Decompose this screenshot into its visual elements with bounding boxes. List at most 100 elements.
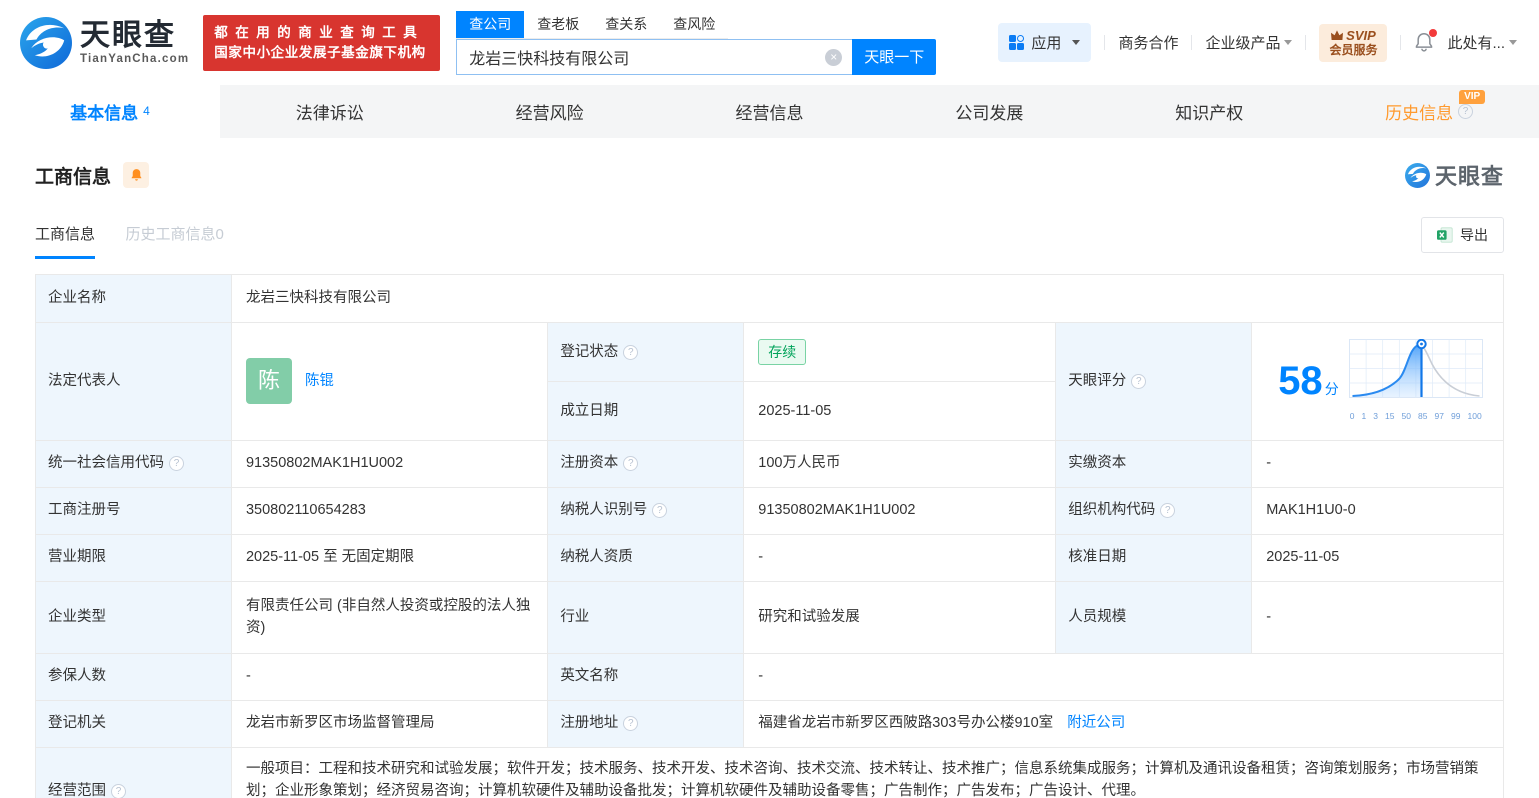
search-tab-relation[interactable]: 查关系 — [592, 11, 660, 38]
table-row: 法定代表人 陈 陈锟 登记状态? 存续 天眼评分? 58 分 0 1 3 15 … — [35, 321, 1504, 441]
tab-label: 经营信息 — [735, 104, 804, 123]
enterprise-products-link[interactable]: 企业级产品 — [1205, 32, 1293, 53]
tab-label: 法律诉讼 — [295, 104, 364, 123]
subtab-history-business-info[interactable]: 历史工商信息0 — [125, 223, 223, 256]
reg-address-label: 注册地址? — [547, 699, 745, 748]
divider — [1191, 35, 1193, 50]
search-tab-company[interactable]: 查公司 — [456, 10, 525, 38]
search-tab-boss[interactable]: 查老板 — [524, 11, 592, 38]
staff-size-label: 人员规模 — [1055, 580, 1253, 654]
subtab-business-info[interactable]: 工商信息 — [35, 223, 96, 259]
more-menu[interactable]: 此处有... — [1447, 32, 1517, 53]
apps-menu[interactable]: 应用 — [998, 23, 1092, 62]
apps-grid-icon — [1009, 35, 1025, 50]
tab-label: 历史信息 — [1385, 104, 1454, 123]
tab-legal-proceedings[interactable]: 法律诉讼 — [220, 85, 440, 138]
divider — [1400, 35, 1402, 50]
chevron-down-icon — [1072, 40, 1081, 45]
tianyancha-watermark: 天眼查 — [1404, 159, 1504, 191]
watermark-text: 天眼查 — [1434, 164, 1504, 189]
excel-icon — [1437, 227, 1453, 243]
tab-basic-info[interactable]: 基本信息 4 — [0, 85, 220, 138]
reg-address-value: 福建省龙岩市新罗区西陂路303号办公楼910室 附近公司 — [743, 699, 1504, 748]
industry-label: 行业 — [547, 580, 745, 654]
score-distribution-chart: 01 3 15 50 85 97 99 100 — [1348, 338, 1483, 424]
english-name-value: - — [743, 652, 1504, 701]
paid-capital-value: - — [1251, 439, 1504, 488]
legal-rep-link[interactable]: 陈锟 — [305, 370, 334, 392]
score-value: 58 — [1278, 359, 1323, 404]
help-icon[interactable]: ? — [111, 783, 126, 798]
notifications-bell[interactable] — [1414, 29, 1438, 53]
reg-authority-value: 龙岩市新罗区市场监督管理局 — [230, 699, 549, 748]
crown-icon — [1331, 29, 1344, 40]
brand-domain: TianYanCha.com — [80, 53, 190, 65]
industry-value: 研究和试验发展 — [743, 580, 1057, 654]
taxpayer-id-value: 91350802MAK1H1U002 — [743, 486, 1057, 535]
reg-number-value: 350802110654283 — [230, 486, 549, 535]
monitor-bell-button[interactable] — [123, 162, 150, 188]
reg-authority-label: 登记机关 — [35, 699, 232, 748]
help-icon[interactable]: ? — [652, 503, 668, 519]
nearby-companies-link[interactable]: 附近公司 — [1067, 715, 1125, 731]
tianyancha-logo-icon — [1404, 162, 1430, 188]
divider — [1305, 35, 1307, 50]
english-name-label: 英文名称 — [547, 652, 745, 701]
brand-slogan-banner: 都在用的商业查询工具 国家中小企业发展子基金旗下机构 — [203, 14, 441, 71]
svip-badge[interactable]: SVIP 会员服务 — [1319, 23, 1388, 62]
divider — [1104, 35, 1106, 50]
help-icon[interactable]: ? — [1458, 104, 1474, 119]
score-cell: 58 分 0 1 3 15 50 85 97 99 100 — [1251, 322, 1504, 441]
header-actions: 应用 商务合作 企业级产品 SVIP 会员服务 此处有... — [998, 23, 1517, 62]
avatar[interactable]: 陈 — [245, 358, 292, 405]
reg-status-label: 登记状态? — [547, 321, 745, 383]
help-icon[interactable]: ? — [623, 716, 639, 732]
tab-company-development[interactable]: 公司发展 — [879, 85, 1099, 138]
top-header: 天眼查 TianYanCha.com 都在用的商业查询工具 国家中小企业发展子基… — [0, 0, 1539, 85]
tab-history-info[interactable]: 历史信息 VIP ? — [1319, 85, 1539, 138]
establish-date-label: 成立日期 — [547, 381, 745, 441]
table-row: 营业期限 2025-11-05 至 无固定期限 纳税人资质 - 核准日期 202… — [35, 533, 1504, 582]
export-label: 导出 — [1460, 227, 1488, 243]
chevron-down-icon — [1284, 40, 1293, 45]
reg-number-label: 工商注册号 — [35, 486, 232, 535]
search-tab-risk[interactable]: 查风险 — [660, 11, 728, 38]
brand-name: 天眼查 — [80, 19, 176, 52]
tab-count-badge: 4 — [143, 103, 150, 118]
insured-count-label: 参保人数 — [35, 652, 232, 701]
table-row: 企业类型 有限责任公司 (非自然人投资或控股的法人独资) 行业 研究和试验发展 … — [35, 580, 1504, 654]
search-tabs: 查公司 查老板 查关系 查风险 — [456, 10, 729, 39]
export-button[interactable]: 导出 — [1421, 217, 1504, 253]
business-scope-value: 一般项目：工程和技术研究和试验发展；软件开发；技术服务、技术开发、技术咨询、技术… — [230, 746, 1505, 798]
biz-cooperation-link[interactable]: 商务合作 — [1118, 32, 1178, 53]
company-name-value: 龙岩三快科技有限公司 — [230, 274, 1505, 323]
score-unit: 分 — [1324, 381, 1339, 398]
help-icon[interactable]: ? — [169, 456, 184, 472]
help-icon[interactable]: ? — [1131, 373, 1147, 389]
business-info-table: 企业名称 龙岩三快科技有限公司 法定代表人 陈 陈锟 登记状态? 存续 天眼评分… — [35, 274, 1505, 798]
section-title: 工商信息 — [35, 166, 112, 188]
enterprise-products-label: 企业级产品 — [1205, 35, 1281, 52]
table-row: 登记机关 龙岩市新罗区市场监督管理局 注册地址? 福建省龙岩市新罗区西陂路303… — [35, 699, 1504, 748]
business-term-value: 2025-11-05 至 无固定期限 — [230, 533, 549, 582]
company-type-value: 有限责任公司 (非自然人投资或控股的法人独资) — [230, 580, 549, 654]
tab-operation-risk[interactable]: 经营风险 — [440, 85, 660, 138]
legal-rep-label: 法定代表人 — [35, 322, 232, 441]
tab-label: 基本信息 — [70, 104, 139, 123]
business-scope-label: 经营范围? — [35, 746, 232, 798]
table-row: 经营范围? 一般项目：工程和技术研究和试验发展；软件开发；技术服务、技术开发、技… — [35, 746, 1505, 798]
taxpayer-quality-label: 纳税人资质 — [547, 533, 745, 582]
company-name-label: 企业名称 — [35, 274, 232, 323]
approval-date-value: 2025-11-05 — [1251, 533, 1504, 582]
help-icon[interactable]: ? — [1160, 503, 1176, 519]
tab-intellectual-property[interactable]: 知识产权 — [1099, 85, 1319, 138]
help-icon[interactable]: ? — [623, 344, 639, 360]
tianyancha-logo[interactable]: 天眼查 TianYanCha.com — [20, 16, 190, 69]
clear-icon[interactable]: × — [825, 48, 843, 66]
search-button[interactable]: 天眼一下 — [852, 38, 937, 75]
table-row: 工商注册号 350802110654283 纳税人识别号? 91350802MA… — [35, 486, 1504, 535]
search-input[interactable] — [456, 38, 853, 75]
tab-label: 经营风险 — [515, 104, 584, 123]
help-icon[interactable]: ? — [623, 456, 639, 472]
tab-operation-info[interactable]: 经营信息 — [660, 85, 880, 138]
